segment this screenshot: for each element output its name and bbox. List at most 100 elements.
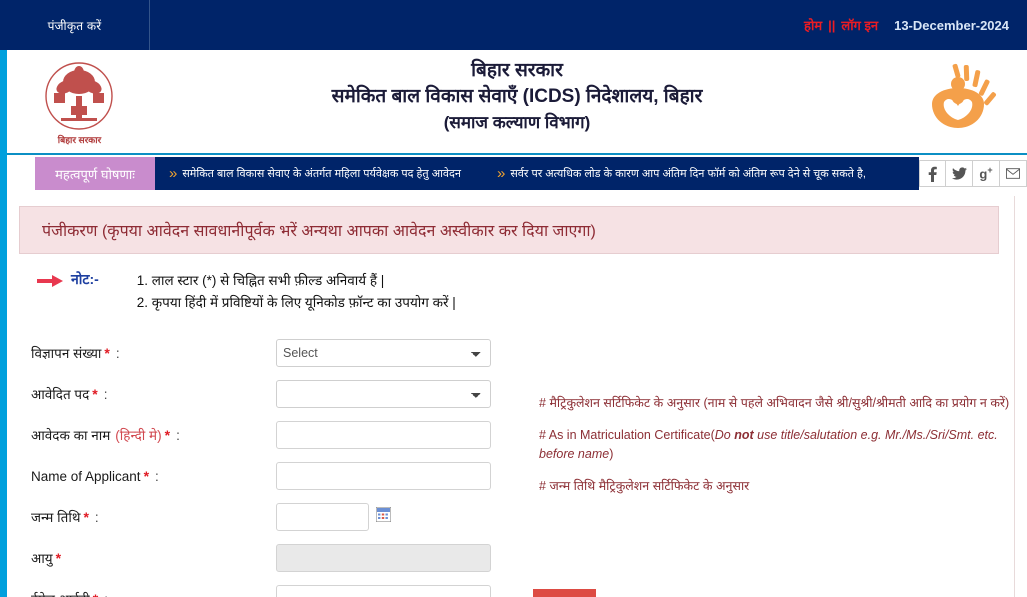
help-text: मैट्रिकुलेशन सर्टिफिकेट के अनुसार (नाम स… bbox=[549, 396, 1010, 410]
required-asterisk: * bbox=[104, 344, 110, 361]
registration-form: विज्ञापन संख्या * : Select आवेदित पद *:… bbox=[19, 332, 1015, 597]
home-link[interactable]: होम bbox=[804, 16, 822, 34]
announcement-left-spacer bbox=[7, 157, 35, 190]
label-email: ईमेल आईडी * : bbox=[31, 590, 276, 597]
label-text: आयु bbox=[31, 550, 53, 566]
double-chevron-icon: » bbox=[169, 165, 178, 182]
date-of-birth-input[interactable] bbox=[276, 502, 369, 531]
top-navigation-bar: पंजीकृत करें होम || लॉग इन 13-December-2… bbox=[0, 0, 1027, 50]
login-link[interactable]: लॉग इन bbox=[841, 16, 878, 34]
control-email bbox=[276, 584, 551, 597]
topbar-right-group: होम || लॉग इन 13-December-2024 bbox=[804, 16, 1027, 34]
field-row-email: ईमेल आईडी * : bbox=[31, 578, 551, 597]
emblem-caption: बिहार सरकार bbox=[57, 135, 102, 145]
nav-separator: || bbox=[828, 18, 836, 33]
label-colon: : bbox=[115, 345, 120, 361]
label-colon: : bbox=[103, 386, 108, 402]
help-suffix: ) bbox=[609, 447, 614, 461]
calendar-icon[interactable] bbox=[375, 506, 392, 527]
title-line-3: (समाज कल्याण विभाग) bbox=[443, 113, 591, 132]
content-right-divider bbox=[1014, 196, 1015, 597]
bihar-government-emblem-icon: बिहार सरकार bbox=[37, 60, 122, 146]
help-text: As in Matriculation Certificate( bbox=[548, 428, 715, 442]
announcement-item[interactable]: » समेकित बाल विकास सेवाए के अंतर्गत महिल… bbox=[169, 165, 461, 182]
applicant-name-hindi-input[interactable] bbox=[276, 420, 491, 449]
label-text: ईमेल आईडी bbox=[31, 590, 90, 597]
field-row-applied-post: आवेदित पद * : bbox=[31, 373, 551, 414]
social-links-group: g+ bbox=[919, 157, 1027, 190]
registration-content: पंजीकरण (कृपया आवेदन सावधानीपूर्वक भरें … bbox=[7, 190, 1027, 597]
title-line-1: बिहार सरकार bbox=[471, 60, 563, 81]
label-text: Name of Applicant bbox=[31, 468, 141, 484]
label-text: विज्ञापन संख्या bbox=[31, 345, 102, 361]
left-accent-stripe bbox=[0, 50, 7, 597]
label-date-of-birth: जन्म तिथि * : bbox=[31, 508, 276, 526]
label-colon: : bbox=[94, 509, 99, 525]
help-line-matriculation-english: # As in Matriculation Certificate(Do not… bbox=[539, 426, 1019, 464]
announcement-label: महत्वपूर्ण घोषणाः bbox=[35, 157, 155, 190]
advertisement-number-select[interactable]: Select bbox=[276, 338, 491, 367]
field-row-applicant-name-hindi: आवेदक का नाम (हिन्दी मे) * : bbox=[31, 414, 551, 455]
label-text: आवेदक का नाम bbox=[31, 427, 111, 443]
applied-post-select[interactable] bbox=[276, 379, 491, 408]
control-applied-post bbox=[276, 379, 551, 408]
required-asterisk: * bbox=[55, 549, 62, 566]
help-prefix: # bbox=[539, 396, 550, 410]
twitter-icon[interactable] bbox=[946, 160, 973, 187]
required-asterisk: * bbox=[93, 591, 98, 597]
applicant-name-english-input[interactable] bbox=[276, 461, 491, 490]
announcement-item[interactable]: » सर्वर पर अत्यधिक लोड के कारण आप अंतिम … bbox=[497, 165, 866, 182]
label-applicant-name-hindi: आवेदक का नाम (हिन्दी मे) * : bbox=[31, 426, 276, 444]
label-applied-post: आवेदित पद * : bbox=[31, 385, 276, 403]
age-input bbox=[276, 543, 491, 572]
label-advertisement-number: विज्ञापन संख्या * : bbox=[31, 344, 276, 362]
registration-banner: पंजीकरण (कृपया आवेदन सावधानीपूर्वक भरें … bbox=[19, 206, 999, 254]
help-bold: not bbox=[734, 428, 754, 442]
note-line-2: 2. कृपया हिंदी में प्रविष्टियों के लिए य… bbox=[136, 295, 456, 310]
required-asterisk: * bbox=[83, 508, 89, 525]
announcement-bar: महत्वपूर्ण घोषणाः » समेकित बाल विकास सेव… bbox=[7, 157, 1027, 190]
register-cell: पंजीकृत करें bbox=[0, 0, 150, 50]
help-prefix: # bbox=[539, 428, 549, 442]
title-line-2: समेकित बाल विकास सेवाएँ (ICDS) निदेशालय,… bbox=[331, 86, 703, 107]
announcement-marquee: » समेकित बाल विकास सेवाए के अंतर्गत महिल… bbox=[155, 157, 919, 190]
note-line-1: 1. लाल स्टार (*) से चिह्नित सभी फ़ील्ड अ… bbox=[136, 273, 385, 288]
control-applicant-name-hindi bbox=[276, 420, 551, 449]
label-applicant-name-english: Name of Applicant * : bbox=[31, 468, 276, 484]
label-text: आवेदित पद bbox=[31, 386, 90, 402]
label-text: जन्म तिथि bbox=[31, 509, 81, 525]
note-block: नोट:- 1. लाल स्टार (*) से चिह्नित सभी फ़… bbox=[37, 270, 1015, 314]
label-colon: : bbox=[155, 468, 159, 484]
label-colon: : bbox=[176, 427, 180, 443]
email-input[interactable] bbox=[276, 584, 491, 597]
note-lines: 1. लाल स्टार (*) से चिह्नित सभी फ़ील्ड अ… bbox=[137, 270, 456, 314]
help-line-dob: # जन्म तिथि मैट्रिकुलेशन सर्टिफिकेट के अ… bbox=[539, 477, 1019, 496]
page-root: पंजीकृत करें होम || लॉग इन 13-December-2… bbox=[0, 0, 1027, 597]
label-age: आयु * bbox=[31, 549, 276, 567]
facebook-icon[interactable] bbox=[919, 160, 946, 187]
control-advertisement-number: Select bbox=[276, 338, 551, 367]
red-arrow-icon bbox=[37, 274, 63, 292]
current-date: 13-December-2024 bbox=[894, 18, 1009, 33]
control-date-of-birth bbox=[276, 502, 551, 531]
required-asterisk: * bbox=[143, 467, 150, 484]
help-prefix: # bbox=[539, 479, 550, 493]
control-age bbox=[276, 543, 551, 572]
form-fields-column: विज्ञापन संख्या * : Select आवेदित पद *:… bbox=[31, 332, 551, 597]
icds-logo-icon bbox=[918, 62, 1002, 138]
submit-button[interactable] bbox=[533, 589, 596, 597]
announcement-text: सर्वर पर अत्यधिक लोड के कारण आप अंतिम दि… bbox=[510, 168, 866, 180]
label-hindi-hint: (हिन्दी मे) bbox=[115, 427, 162, 443]
field-row-applicant-name-english: Name of Applicant * : bbox=[31, 455, 551, 496]
double-chevron-icon: » bbox=[497, 165, 506, 182]
required-asterisk: * bbox=[92, 385, 98, 402]
register-link[interactable]: पंजीकृत करें bbox=[48, 17, 102, 34]
note-label: नोट:- bbox=[71, 271, 99, 287]
help-text: जन्म तिथि मैट्रिकुलेशन सर्टिफिकेट के अनु… bbox=[549, 479, 750, 493]
help-italic-a: Do bbox=[714, 428, 735, 442]
email-icon[interactable] bbox=[1000, 160, 1027, 187]
form-help-column: # मैट्रिकुलेशन सर्टिफिकेट के अनुसार (नाम… bbox=[539, 394, 1019, 509]
field-row-advertisement-number: विज्ञापन संख्या * : Select bbox=[31, 332, 551, 373]
masthead: बिहार सरकार बिहार सरकार समेकित बाल विकास… bbox=[7, 50, 1027, 155]
googleplus-icon[interactable]: g+ bbox=[973, 160, 1000, 187]
